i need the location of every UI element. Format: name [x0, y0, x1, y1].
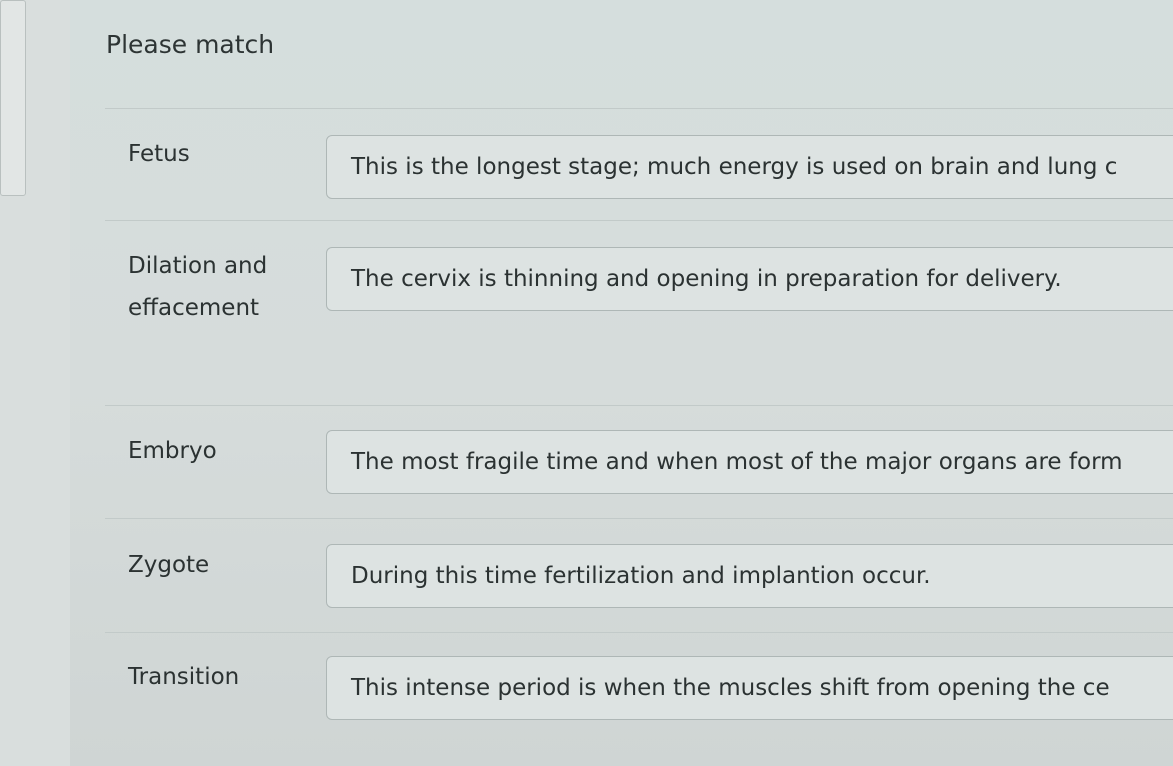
term-zygote: Zygote	[128, 552, 210, 578]
divider	[105, 632, 1173, 633]
divider	[105, 518, 1173, 519]
divider	[105, 108, 1173, 109]
matching-question-card: Please match Fetus This is the longest s…	[70, 0, 1173, 766]
term-transition: Transition	[128, 664, 240, 690]
left-panel	[0, 0, 70, 766]
divider	[105, 405, 1173, 406]
question-title: Please match	[106, 30, 275, 59]
answer-drop-slot-3[interactable]: The most fragile time and when most of t…	[326, 430, 1173, 494]
answer-drop-slot-2[interactable]: The cervix is thinning and opening in pr…	[326, 247, 1173, 311]
answer-drop-slot-5[interactable]: This intense period is when the muscles …	[326, 656, 1173, 720]
scrollbar[interactable]	[0, 0, 26, 196]
answer-drop-slot-1[interactable]: This is the longest stage; much energy i…	[326, 135, 1173, 199]
term-embryo: Embryo	[128, 438, 217, 464]
term-fetus: Fetus	[128, 141, 190, 167]
divider	[105, 220, 1173, 221]
term-dilation-and-effacement: Dilation and effacement	[128, 253, 268, 321]
answer-drop-slot-4[interactable]: During this time fertilization and impla…	[326, 544, 1173, 608]
